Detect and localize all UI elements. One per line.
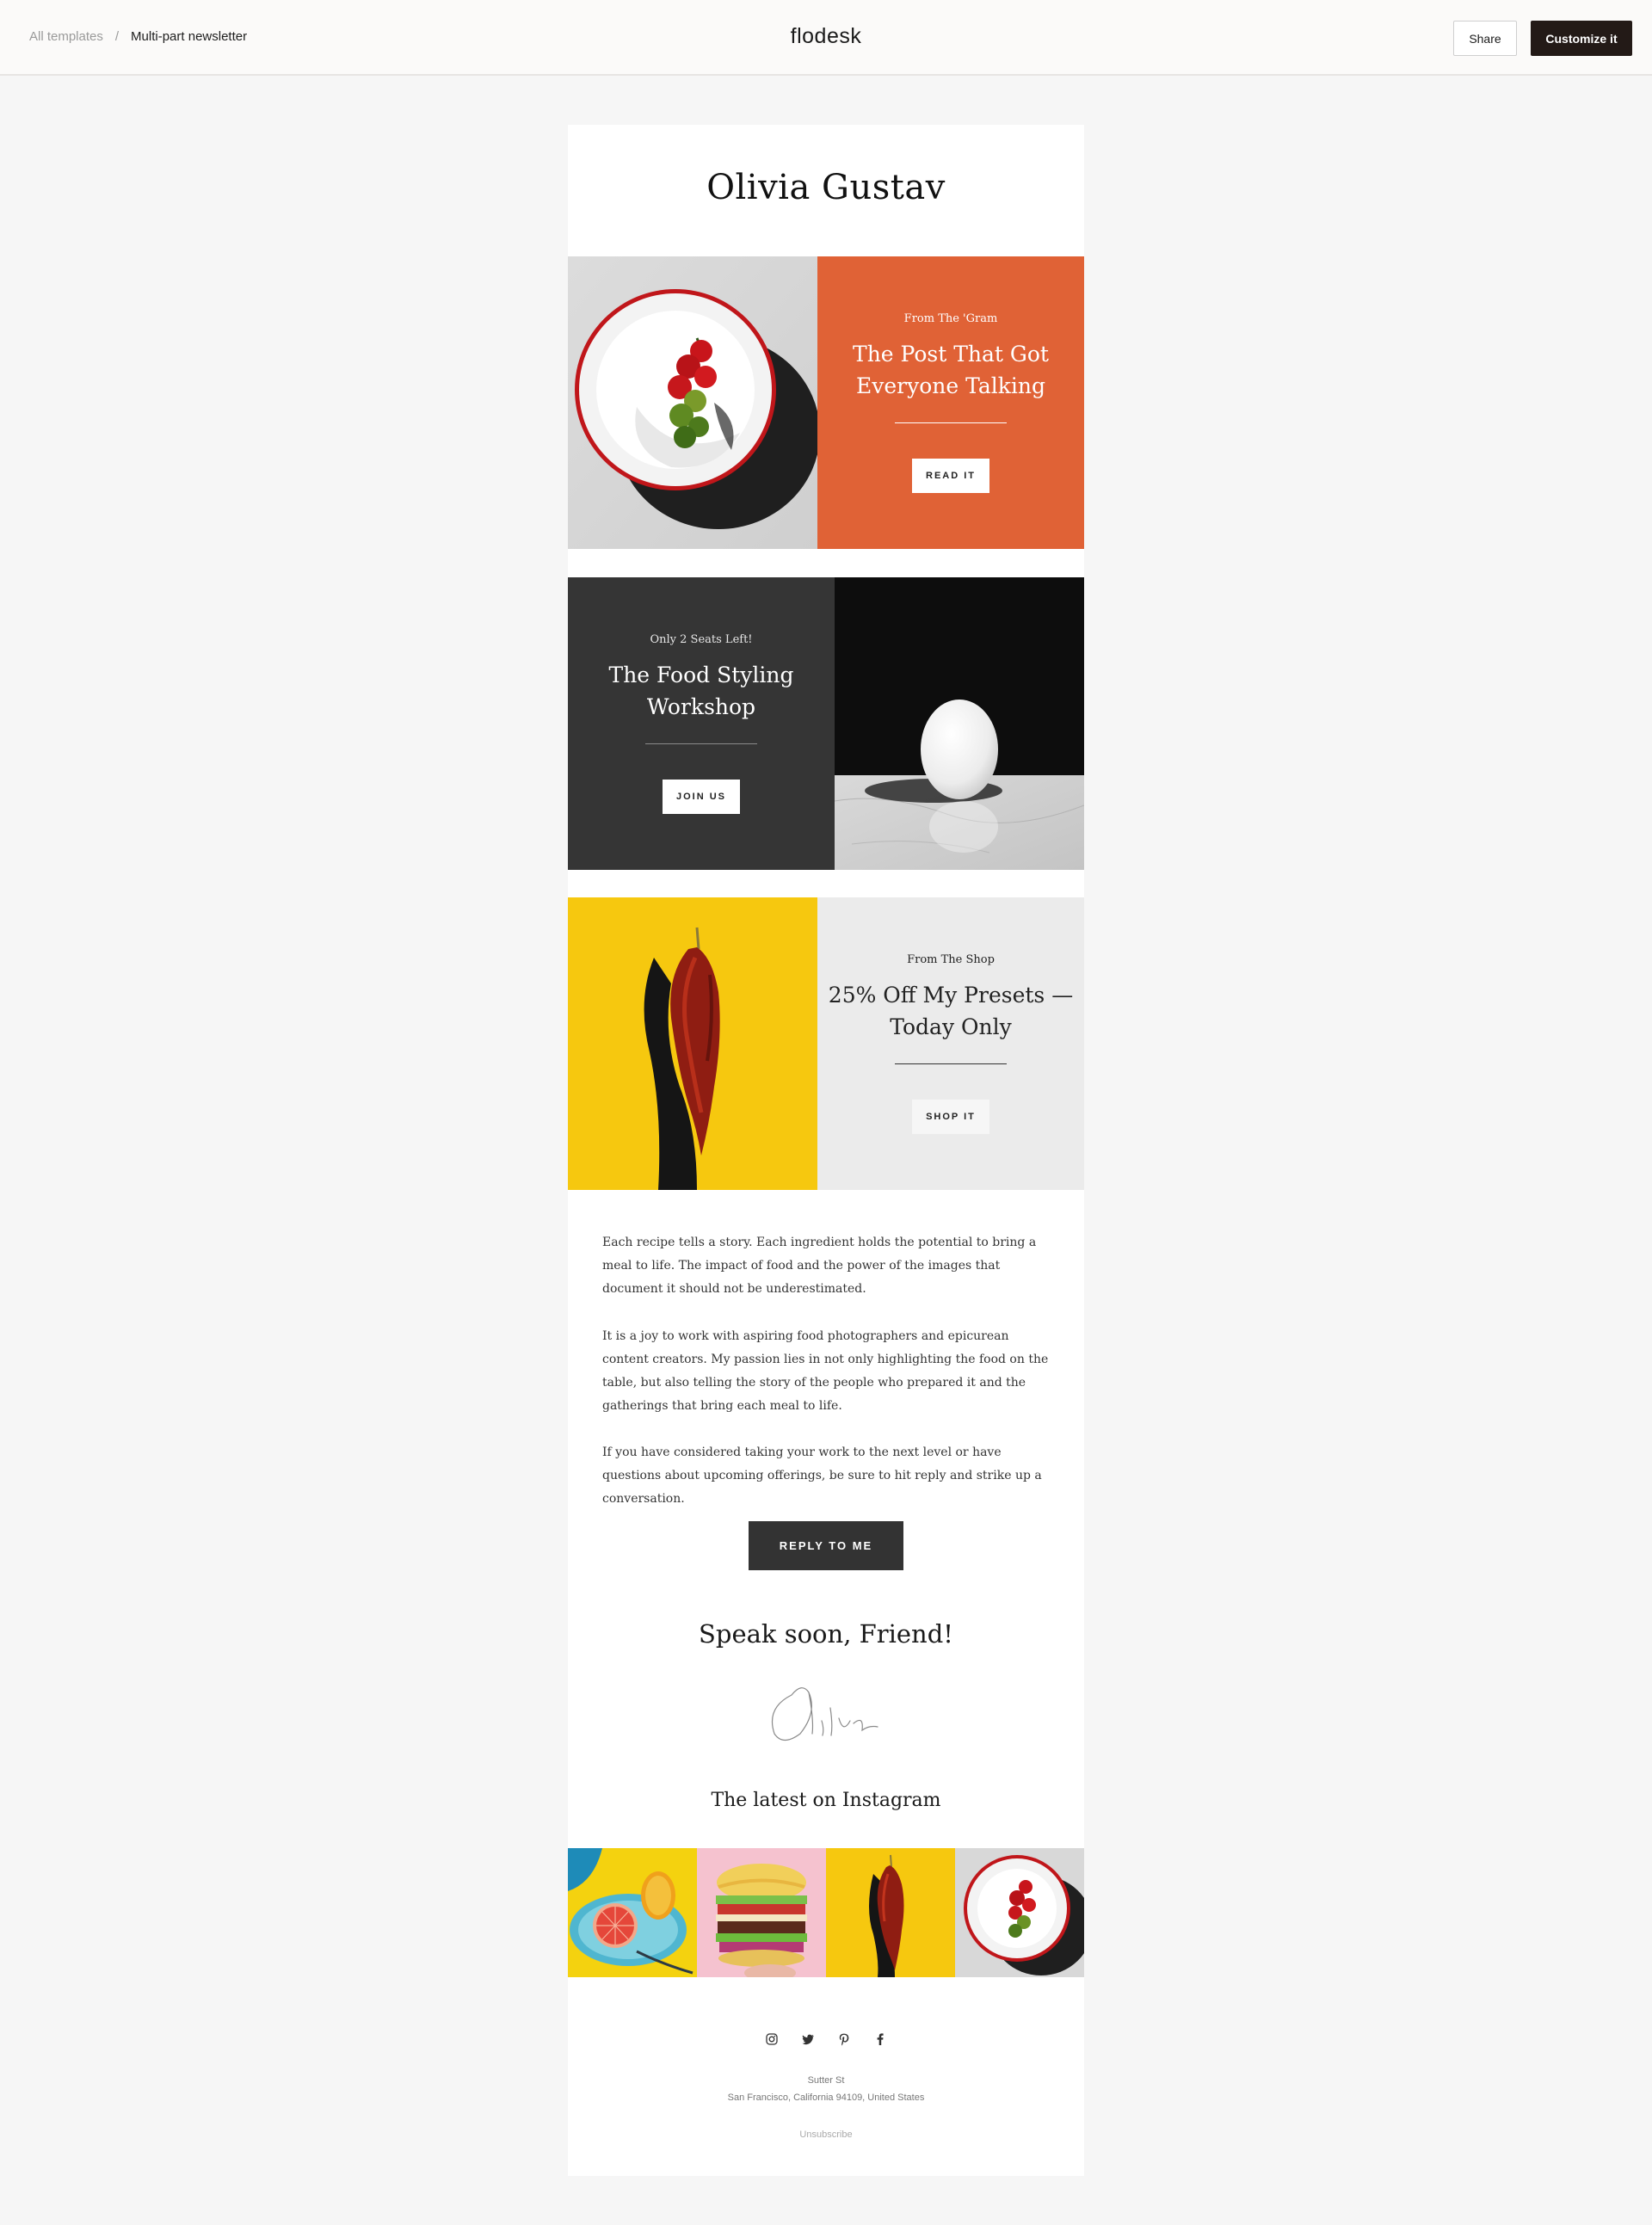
feature-eyebrow: From The 'Gram bbox=[903, 312, 998, 325]
feature-eyebrow: From The Shop bbox=[907, 953, 995, 966]
feature-panel-shop: From The Shop 25% Off My Presets —Today … bbox=[817, 897, 1084, 1190]
read-it-button[interactable]: READ IT bbox=[912, 459, 989, 493]
feature-panel-gram: From The 'Gram The Post That Got Everyon… bbox=[817, 256, 1084, 549]
pinterest-icon[interactable] bbox=[835, 2031, 853, 2048]
feature-divider bbox=[645, 743, 757, 744]
signoff-heading: Speak soon, Friend! bbox=[699, 1619, 953, 1649]
email-preview: Olivia Gustav From The 'Gram The Post Th… bbox=[568, 125, 1084, 2176]
join-us-button[interactable]: JOIN US bbox=[663, 780, 740, 814]
unsubscribe-link[interactable]: Unsubscribe bbox=[568, 2129, 1084, 2140]
feature-headline: The Post That Got Everyone Talking bbox=[853, 342, 1049, 398]
top-bar: All templates / Multi-part newsletter fl… bbox=[0, 0, 1652, 76]
feature-eyebrow: Only 2 Seats Left! bbox=[650, 633, 753, 646]
breadcrumb: All templates / Multi-part newsletter bbox=[29, 29, 247, 44]
instagram-grid bbox=[568, 1848, 1084, 1977]
brand-logo: flodesk bbox=[790, 24, 862, 48]
feature-headline: The Food Styling Workshop bbox=[608, 663, 794, 719]
email-header-name: Olivia Gustav bbox=[706, 168, 946, 207]
burger-photo[interactable] bbox=[697, 1848, 826, 1977]
reply-to-me-button[interactable]: REPLY TO ME bbox=[749, 1521, 903, 1570]
feature-block-shop: From The Shop 25% Off My Presets —Today … bbox=[568, 897, 1084, 1190]
feature-block-workshop: Only 2 Seats Left! The Food Styling Work… bbox=[568, 577, 1084, 870]
feature-headline: 25% Off My Presets —Today Only bbox=[828, 983, 1074, 1039]
egg-photo bbox=[835, 577, 1084, 870]
chili-pepper-photo bbox=[568, 897, 817, 1190]
instagram-icon[interactable] bbox=[763, 2031, 780, 2048]
address-line-2: San Francisco, California 94109, United … bbox=[727, 2092, 925, 2103]
breadcrumb-separator: / bbox=[114, 29, 120, 44]
signature-image bbox=[757, 1673, 895, 1751]
body-paragraph: It is a joy to work with aspiring food p… bbox=[602, 1329, 1049, 1413]
feature-divider bbox=[895, 422, 1007, 423]
feature-divider bbox=[895, 1063, 1007, 1064]
breadcrumb-all-templates[interactable]: All templates bbox=[29, 29, 103, 44]
body-paragraph: Each recipe tells a story. Each ingredie… bbox=[602, 1236, 1037, 1296]
twitter-icon[interactable] bbox=[799, 2031, 817, 2048]
feature-panel-workshop: Only 2 Seats Left! The Food Styling Work… bbox=[568, 577, 835, 870]
grapefruit-photo[interactable] bbox=[568, 1848, 697, 1977]
tomato-plate-photo[interactable] bbox=[955, 1848, 1084, 1977]
address-line-1: Sutter St bbox=[807, 2075, 845, 2086]
shop-it-button[interactable]: SHOP IT bbox=[912, 1100, 989, 1134]
feature-block-gram: From The 'Gram The Post That Got Everyon… bbox=[568, 256, 1084, 549]
facebook-icon[interactable] bbox=[872, 2031, 889, 2048]
body-paragraph: If you have considered taking your work … bbox=[602, 1445, 1042, 1506]
breadcrumb-current: Multi-part newsletter bbox=[131, 29, 248, 44]
instagram-section-title: The latest on Instagram bbox=[711, 1790, 941, 1811]
social-links bbox=[568, 2031, 1084, 2048]
share-button[interactable]: Share bbox=[1453, 21, 1517, 56]
chili-pepper-photo[interactable] bbox=[826, 1848, 955, 1977]
tomato-plate-photo bbox=[568, 256, 817, 549]
customize-button[interactable]: Customize it bbox=[1531, 21, 1632, 56]
